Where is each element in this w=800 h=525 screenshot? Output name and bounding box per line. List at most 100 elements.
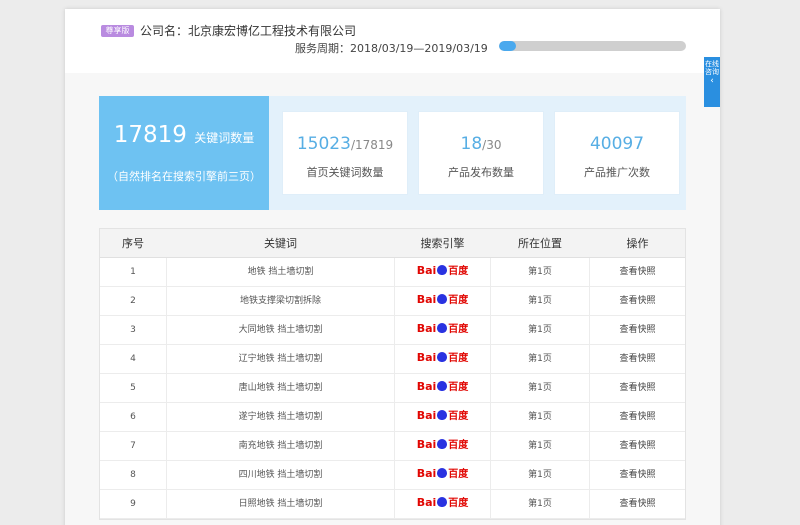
row-position: 第1页 xyxy=(490,257,590,287)
table-row: 4 辽宁地铁 挡土墙切割 Bai 百度 第1页 查看快照 xyxy=(100,344,685,374)
baidu-logo-icon: Bai 百度 xyxy=(416,408,469,423)
baidu-logo-bai: Bai xyxy=(416,263,437,277)
edition-badge: 尊享版 xyxy=(101,25,134,37)
company-name: 公司名：北京康宏博亿工程技术有限公司 xyxy=(140,24,357,38)
view-snapshot-link[interactable]: 查看快照 xyxy=(619,296,655,306)
row-keyword: 日照地铁 挡土墙切割 xyxy=(166,489,395,519)
baidu-logo-du: 百度 xyxy=(448,323,469,335)
baidu-logo-bai: Bai xyxy=(416,466,437,480)
baidu-logo-bai: Bai xyxy=(416,437,437,451)
row-position: 第1页 xyxy=(490,489,590,519)
online-consult-tab[interactable]: 在线咨询 ‹ xyxy=(704,57,720,107)
baidu-logo-icon: Bai 百度 xyxy=(417,380,469,394)
header-keyword: 关键词 xyxy=(264,237,297,250)
baidu-logo-bai: Bai xyxy=(416,408,437,422)
keyword-count-block: 17819 关键词数量 （自然排名在搜索引擎前三页） xyxy=(99,96,269,210)
baidu-logo-du: 百度 xyxy=(448,294,469,306)
row-no: 3 xyxy=(130,324,136,335)
baidu-logo-icon: Bai 百度 xyxy=(416,466,469,481)
view-snapshot-link[interactable]: 查看快照 xyxy=(619,441,655,451)
view-snapshot-link[interactable]: 查看快照 xyxy=(619,325,655,335)
view-snapshot-link[interactable]: 查看快照 xyxy=(619,354,655,364)
keyword-table: 序号 关键词 搜索引擎 所在位置 操作 1 地铁 挡土墙切割 Bai 百度 第1页 查看快… xyxy=(99,228,686,520)
view-snapshot-link[interactable]: 查看快照 xyxy=(619,412,655,422)
row-position: 第1页 xyxy=(490,460,590,490)
baidu-paw-icon xyxy=(437,409,448,420)
header-no: 序号 xyxy=(122,237,144,250)
table-row: 2 地铁支撑梁切割拆除 Bai 百度 第1页 查看快照 xyxy=(100,286,685,316)
baidu-logo-du: 百度 xyxy=(448,381,469,393)
table-header: 序号 关键词 搜索引擎 所在位置 操作 xyxy=(100,229,685,258)
row-no: 9 xyxy=(130,498,136,509)
online-consult-label: 在线咨询 xyxy=(705,60,719,76)
service-progress-fill xyxy=(499,41,516,51)
baidu-logo-bai: Bai xyxy=(416,292,437,306)
service-progress-bar xyxy=(499,41,686,51)
row-engine: Bai 百度 xyxy=(395,316,490,345)
view-snapshot-link[interactable]: 查看快照 xyxy=(619,499,655,509)
baidu-paw-icon xyxy=(437,380,448,391)
keyword-count-value: 17819 xyxy=(113,122,187,148)
product-publish-total: /30 xyxy=(482,138,502,152)
row-no: 4 xyxy=(130,353,136,364)
product-promotion-label: 产品推广次数 xyxy=(584,166,650,179)
header-engine: 搜索引擎 xyxy=(420,237,465,250)
keyword-count-note: （自然排名在搜索引擎前三页） xyxy=(107,170,261,183)
row-keyword: 大同地铁 挡土墙切割 xyxy=(166,315,395,345)
table-row: 5 唐山地铁 挡土墙切割 Bai 百度 第1页 查看快照 xyxy=(100,373,685,403)
baidu-paw-icon xyxy=(437,496,448,507)
baidu-logo-du: 百度 xyxy=(448,439,469,451)
row-action: 查看快照 xyxy=(590,461,685,490)
baidu-paw-icon xyxy=(437,438,448,449)
table-row: 8 四川地铁 挡土墙切割 Bai 百度 第1页 查看快照 xyxy=(100,460,685,490)
row-keyword: 四川地铁 挡土墙切割 xyxy=(166,460,395,490)
baidu-logo-icon: Bai 百度 xyxy=(416,350,469,365)
service-period: 服务周期：2018/03/19—2019/03/19 xyxy=(295,42,488,55)
product-publish-label: 产品发布数量 xyxy=(448,166,514,179)
row-action: 查看快照 xyxy=(590,345,685,374)
stats-section: 17819 关键词数量 （自然排名在搜索引擎前三页） 15023/17819 首… xyxy=(99,96,686,210)
row-no: 5 xyxy=(130,382,136,393)
baidu-logo-icon: Bai 百度 xyxy=(416,263,469,278)
homepage-keyword-value: 15023 xyxy=(296,134,351,154)
baidu-paw-icon xyxy=(437,467,448,478)
row-action: 查看快照 xyxy=(590,258,685,287)
baidu-logo-bai: Bai xyxy=(416,350,437,364)
row-keyword: 遂宁地铁 挡土墙切割 xyxy=(166,402,395,432)
header: 尊享版 公司名：北京康宏博亿工程技术有限公司 服务周期：2018/03/19—2… xyxy=(65,9,720,73)
row-no: 2 xyxy=(130,295,136,306)
row-engine: Bai 百度 xyxy=(395,287,490,316)
row-action: 查看快照 xyxy=(590,287,685,316)
baidu-logo-icon: Bai 百度 xyxy=(416,292,469,307)
baidu-logo-du: 百度 xyxy=(448,410,469,422)
row-keyword: 南充地铁 挡土墙切割 xyxy=(166,431,395,461)
chevron-left-icon: ‹ xyxy=(710,76,714,86)
row-action: 查看快照 xyxy=(590,316,685,345)
row-action: 查看快照 xyxy=(590,374,685,403)
view-snapshot-link[interactable]: 查看快照 xyxy=(619,383,655,393)
row-engine: Bai 百度 xyxy=(395,258,490,287)
table-row: 7 南充地铁 挡土墙切割 Bai 百度 第1页 查看快照 xyxy=(100,431,685,461)
row-position: 第1页 xyxy=(490,402,590,432)
row-keyword: 地铁支撑梁切割拆除 xyxy=(166,286,395,316)
view-snapshot-link[interactable]: 查看快照 xyxy=(619,470,655,480)
row-no: 8 xyxy=(130,469,136,480)
product-promotion-card: 40097 产品推广次数 xyxy=(554,111,680,195)
header-action: 操作 xyxy=(626,237,649,250)
row-engine: Bai 百度 xyxy=(395,345,490,374)
table-row: 1 地铁 挡土墙切割 Bai 百度 第1页 查看快照 xyxy=(100,257,685,287)
row-no: 7 xyxy=(130,440,136,451)
baidu-logo-icon: Bai 百度 xyxy=(416,437,469,452)
table-row: 6 遂宁地铁 挡土墙切割 Bai 百度 第1页 查看快照 xyxy=(100,402,685,432)
table-row: 3 大同地铁 挡土墙切割 Bai 百度 第1页 查看快照 xyxy=(100,315,685,345)
row-engine: Bai 百度 xyxy=(395,432,490,461)
row-keyword: 地铁 挡土墙切割 xyxy=(166,257,395,287)
baidu-logo-du: 百度 xyxy=(448,497,469,509)
row-action: 查看快照 xyxy=(590,432,685,461)
product-publish-value: 18 xyxy=(460,134,483,154)
header-position: 所在位置 xyxy=(518,237,562,250)
row-position: 第1页 xyxy=(490,373,590,403)
view-snapshot-link[interactable]: 查看快照 xyxy=(619,267,655,277)
baidu-logo-bai: Bai xyxy=(416,321,437,335)
row-engine: Bai 百度 xyxy=(395,461,490,490)
